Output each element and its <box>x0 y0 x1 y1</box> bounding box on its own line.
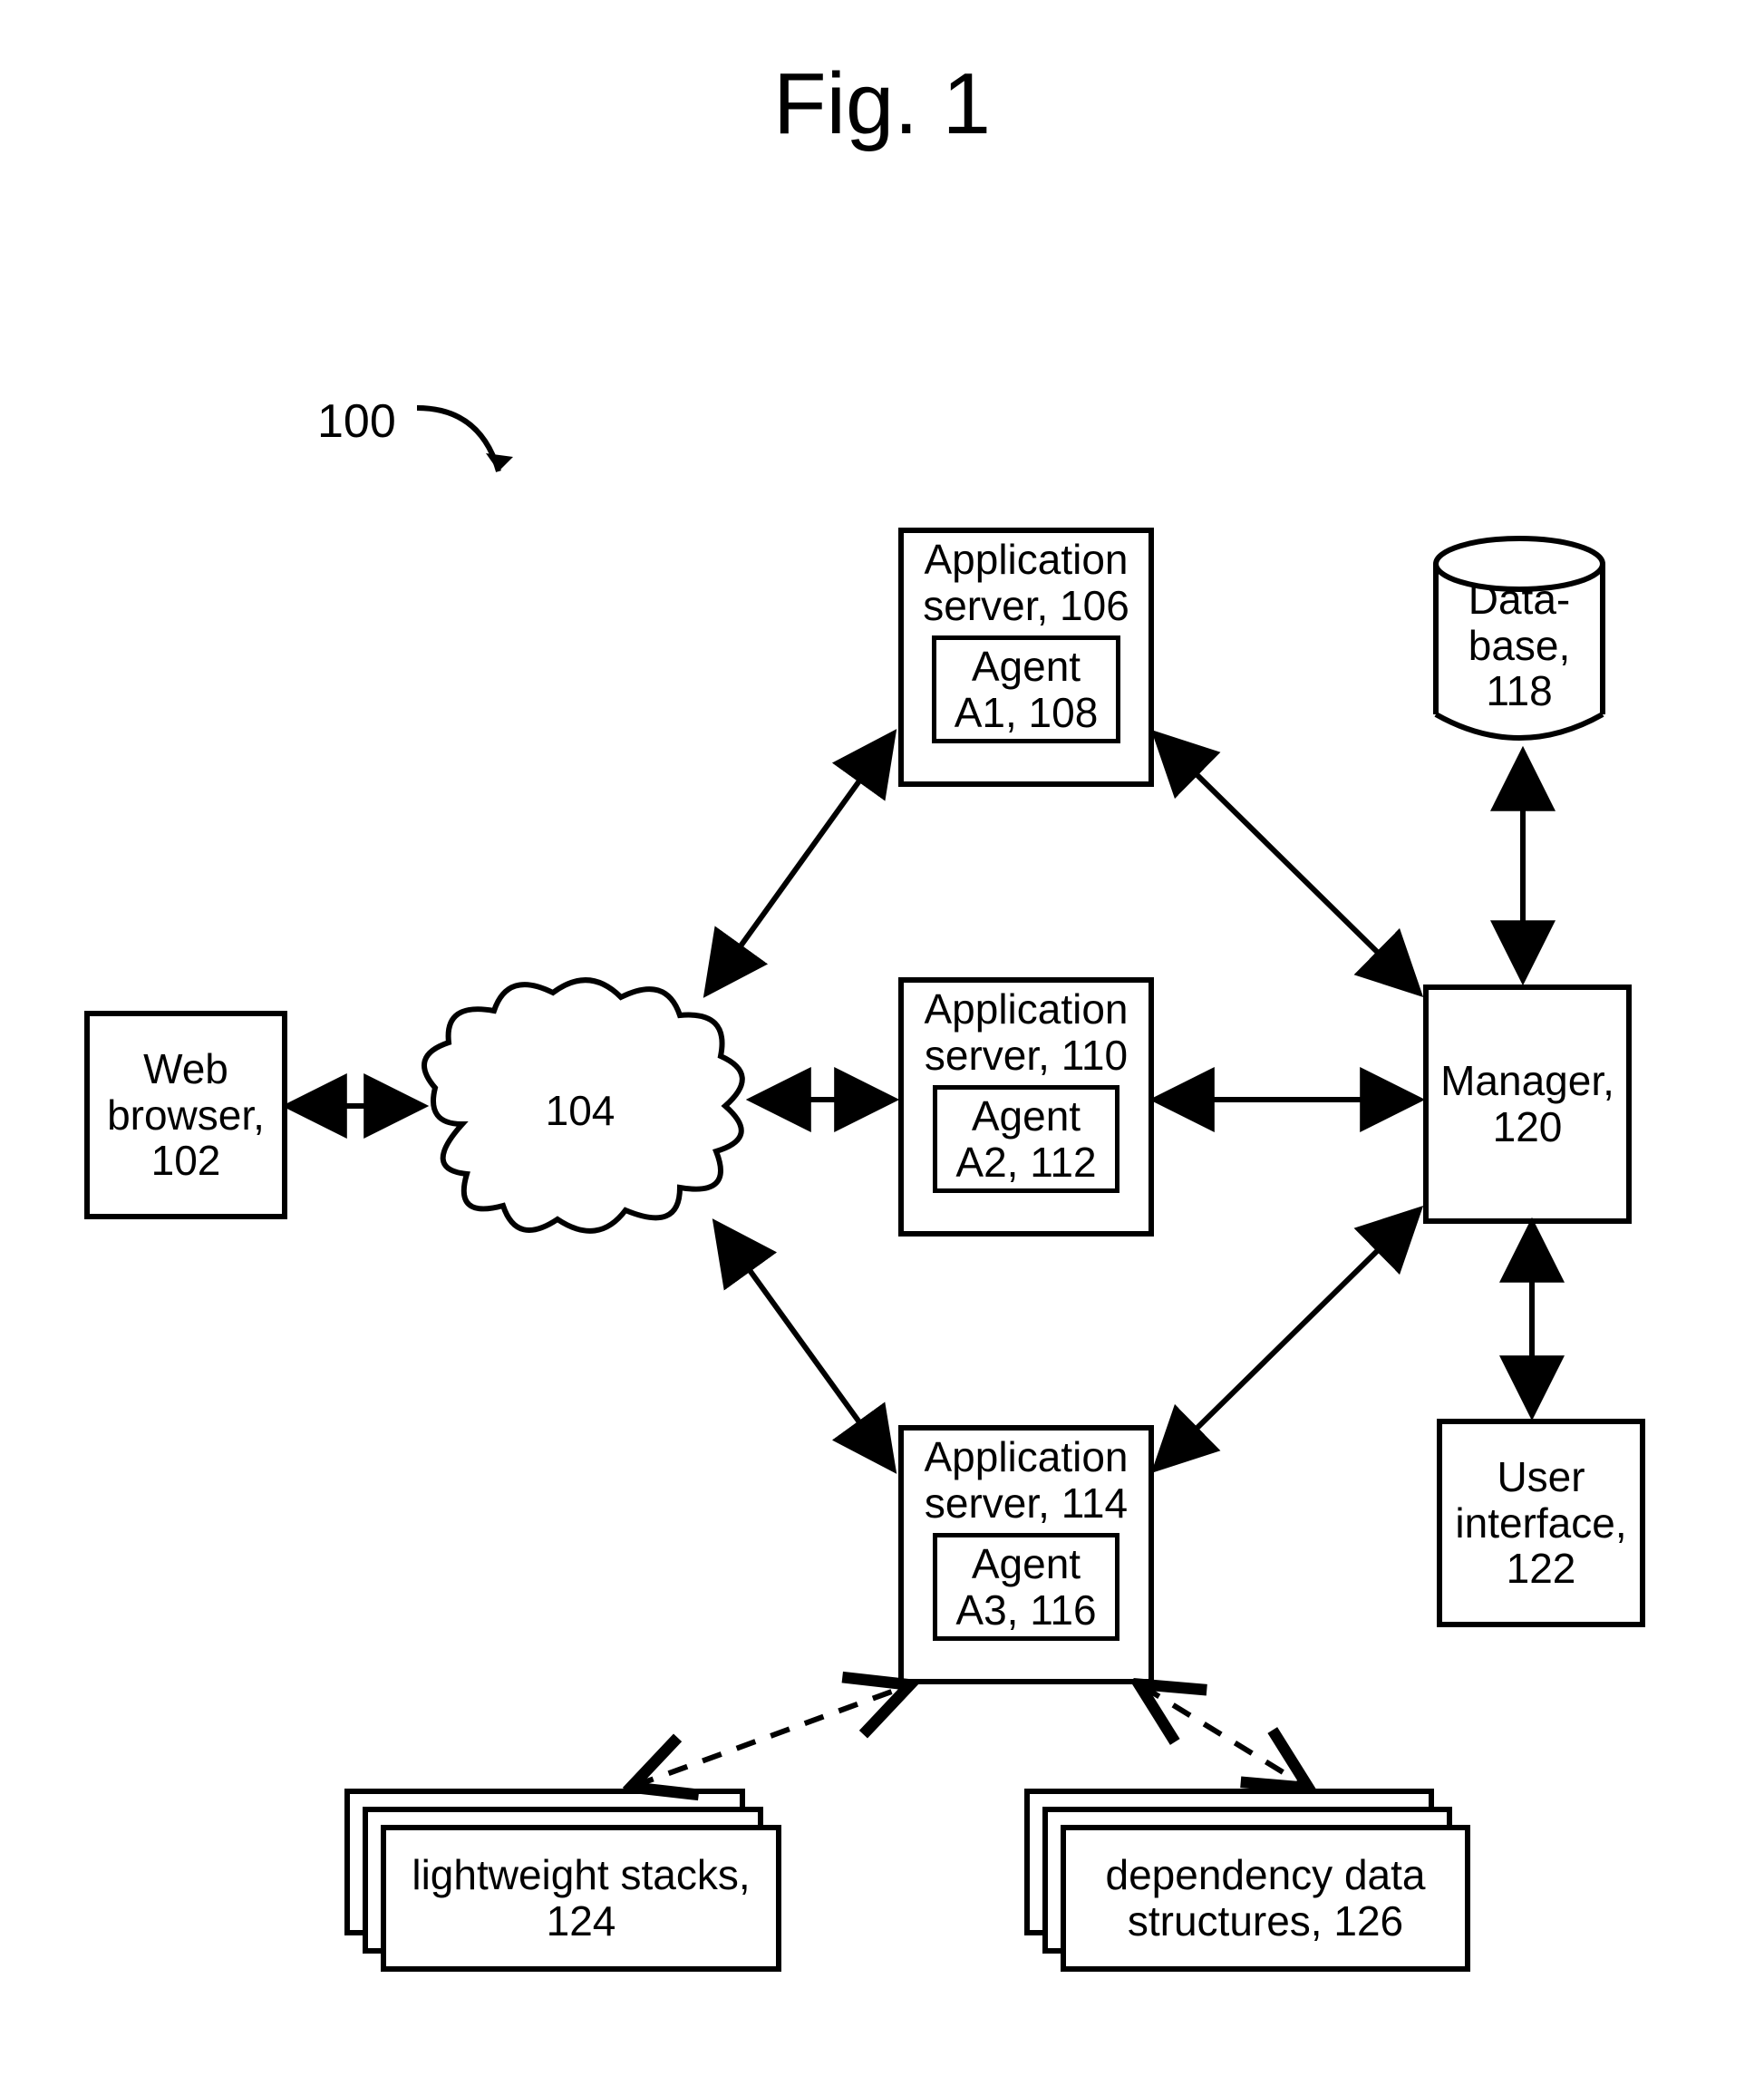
manager-line2: 120 <box>1493 1103 1563 1150</box>
database-line2: base, <box>1468 622 1571 669</box>
agent-a3: Agent A3, 116 <box>933 1533 1119 1641</box>
figure-ref-label: 100 <box>317 394 396 449</box>
agent-a2-line1: Agent <box>972 1092 1081 1140</box>
agent-a1: Agent A1, 108 <box>932 635 1121 743</box>
node-cloud: 104 <box>408 956 752 1265</box>
database-line3: 118 <box>1486 667 1552 714</box>
figure-ref-arrow <box>399 390 544 499</box>
dep-line1: dependency data <box>1106 1851 1426 1898</box>
database-line1: Data- <box>1468 576 1570 623</box>
ui-line1: User <box>1497 1453 1585 1500</box>
node-app-server-2: Application server, 110 Agent A2, 112 <box>898 977 1154 1237</box>
agent-a2-line2: A2, 112 <box>955 1139 1096 1186</box>
lw-line1: lightweight stacks, <box>412 1851 750 1898</box>
node-user-interface: User interface, 122 <box>1437 1419 1645 1627</box>
node-app-server-3: Application server, 114 Agent A3, 116 <box>898 1425 1154 1684</box>
node-web-browser: Web browser, 102 <box>84 1011 287 1219</box>
node-database: Data- base, 118 <box>1429 535 1610 743</box>
agent-a3-line2: A3, 116 <box>955 1586 1096 1634</box>
ui-line2: interface, <box>1455 1499 1626 1547</box>
lw-line2: 124 <box>547 1897 616 1945</box>
figure-title: Fig. 1 <box>0 54 1764 154</box>
ui-line3: 122 <box>1507 1545 1576 1592</box>
app1-line2: server, 106 <box>923 582 1129 629</box>
agent-a3-line1: Agent <box>972 1540 1081 1587</box>
agent-a1-line2: A1, 108 <box>955 689 1099 736</box>
app1-line1: Application <box>924 536 1128 583</box>
web-browser-line3: 102 <box>151 1137 221 1184</box>
agent-a2: Agent A2, 112 <box>933 1085 1119 1193</box>
dep-line2: structures, 126 <box>1128 1897 1403 1945</box>
diagram-canvas: Fig. 1 100 Web browser, 102 104 Applicat… <box>0 0 1764 2095</box>
web-browser-line2: browser, <box>107 1091 265 1139</box>
node-lightweight-stacks: lightweight stacks, 124 <box>344 1789 780 1970</box>
manager-line1: Manager, <box>1440 1057 1614 1104</box>
app2-line2: server, 110 <box>925 1032 1128 1079</box>
app3-line1: Application <box>924 1433 1128 1480</box>
app2-line1: Application <box>924 985 1128 1033</box>
cloud-label: 104 <box>408 1086 752 1135</box>
app3-line2: server, 114 <box>925 1479 1128 1527</box>
node-manager: Manager, 120 <box>1423 984 1632 1224</box>
node-dependency-structures: dependency data structures, 126 <box>1024 1789 1478 1970</box>
web-browser-line1: Web <box>143 1045 228 1092</box>
node-app-server-1: Application server, 106 Agent A1, 108 <box>898 528 1154 787</box>
agent-a1-line1: Agent <box>972 643 1081 690</box>
